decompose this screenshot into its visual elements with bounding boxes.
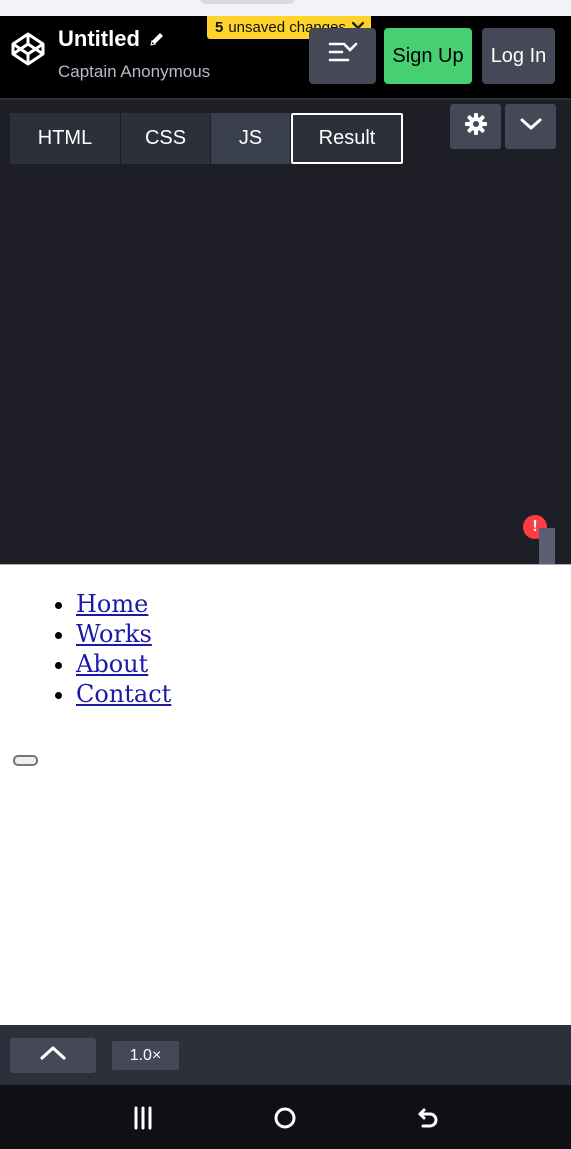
list-item: Contact xyxy=(76,679,171,709)
chevron-up-icon xyxy=(38,1044,68,1067)
layout-button[interactable] xyxy=(309,28,376,84)
tab-result[interactable]: Result xyxy=(291,113,403,164)
title-row: Untitled xyxy=(58,26,166,52)
sign-up-button[interactable]: Sign Up xyxy=(384,28,472,84)
pencil-icon[interactable] xyxy=(148,30,166,48)
pen-title[interactable]: Untitled xyxy=(58,26,140,52)
chevron-down-icon xyxy=(518,115,544,138)
status-pill xyxy=(200,0,295,4)
system-nav-bar xyxy=(0,1085,571,1149)
expand-console-button[interactable] xyxy=(10,1038,96,1073)
codepen-logo-icon[interactable] xyxy=(10,31,46,67)
list-item: About xyxy=(76,649,171,679)
list-item: Works xyxy=(76,619,171,649)
settings-button[interactable] xyxy=(450,104,501,149)
app-header: Untitled Captain Anonymous 5 unsaved cha… xyxy=(0,16,571,98)
nav-link-works[interactable]: Works xyxy=(76,620,152,648)
nav-link-about[interactable]: About xyxy=(76,650,148,678)
status-strip xyxy=(0,0,571,16)
gear-icon xyxy=(464,112,488,141)
resize-handle[interactable] xyxy=(539,528,555,566)
back-icon[interactable] xyxy=(412,1103,442,1133)
list-item: Home xyxy=(76,589,171,619)
recent-apps-icon[interactable] xyxy=(128,1103,158,1133)
home-icon[interactable] xyxy=(270,1103,300,1133)
tab-js[interactable]: JS xyxy=(211,113,290,164)
empty-button[interactable] xyxy=(13,755,38,766)
console-bar: 1.0× xyxy=(0,1025,571,1085)
view-options-button[interactable] xyxy=(505,104,556,149)
log-in-button[interactable]: Log In xyxy=(482,28,555,84)
zoom-level[interactable]: 1.0× xyxy=(112,1041,179,1070)
tab-html[interactable]: HTML xyxy=(10,113,120,164)
nav-link-home[interactable]: Home xyxy=(76,590,148,618)
unsaved-count: 5 xyxy=(215,19,224,36)
result-nav-list: Home Works About Contact xyxy=(76,589,171,709)
nav-link-contact[interactable]: Contact xyxy=(76,680,171,708)
author-name[interactable]: Captain Anonymous xyxy=(58,62,210,82)
tab-css[interactable]: CSS xyxy=(121,113,210,164)
editor-panel: HTML CSS JS Result ! xyxy=(0,98,571,566)
result-pane: Home Works About Contact xyxy=(0,564,571,1025)
layout-icon xyxy=(326,38,360,74)
